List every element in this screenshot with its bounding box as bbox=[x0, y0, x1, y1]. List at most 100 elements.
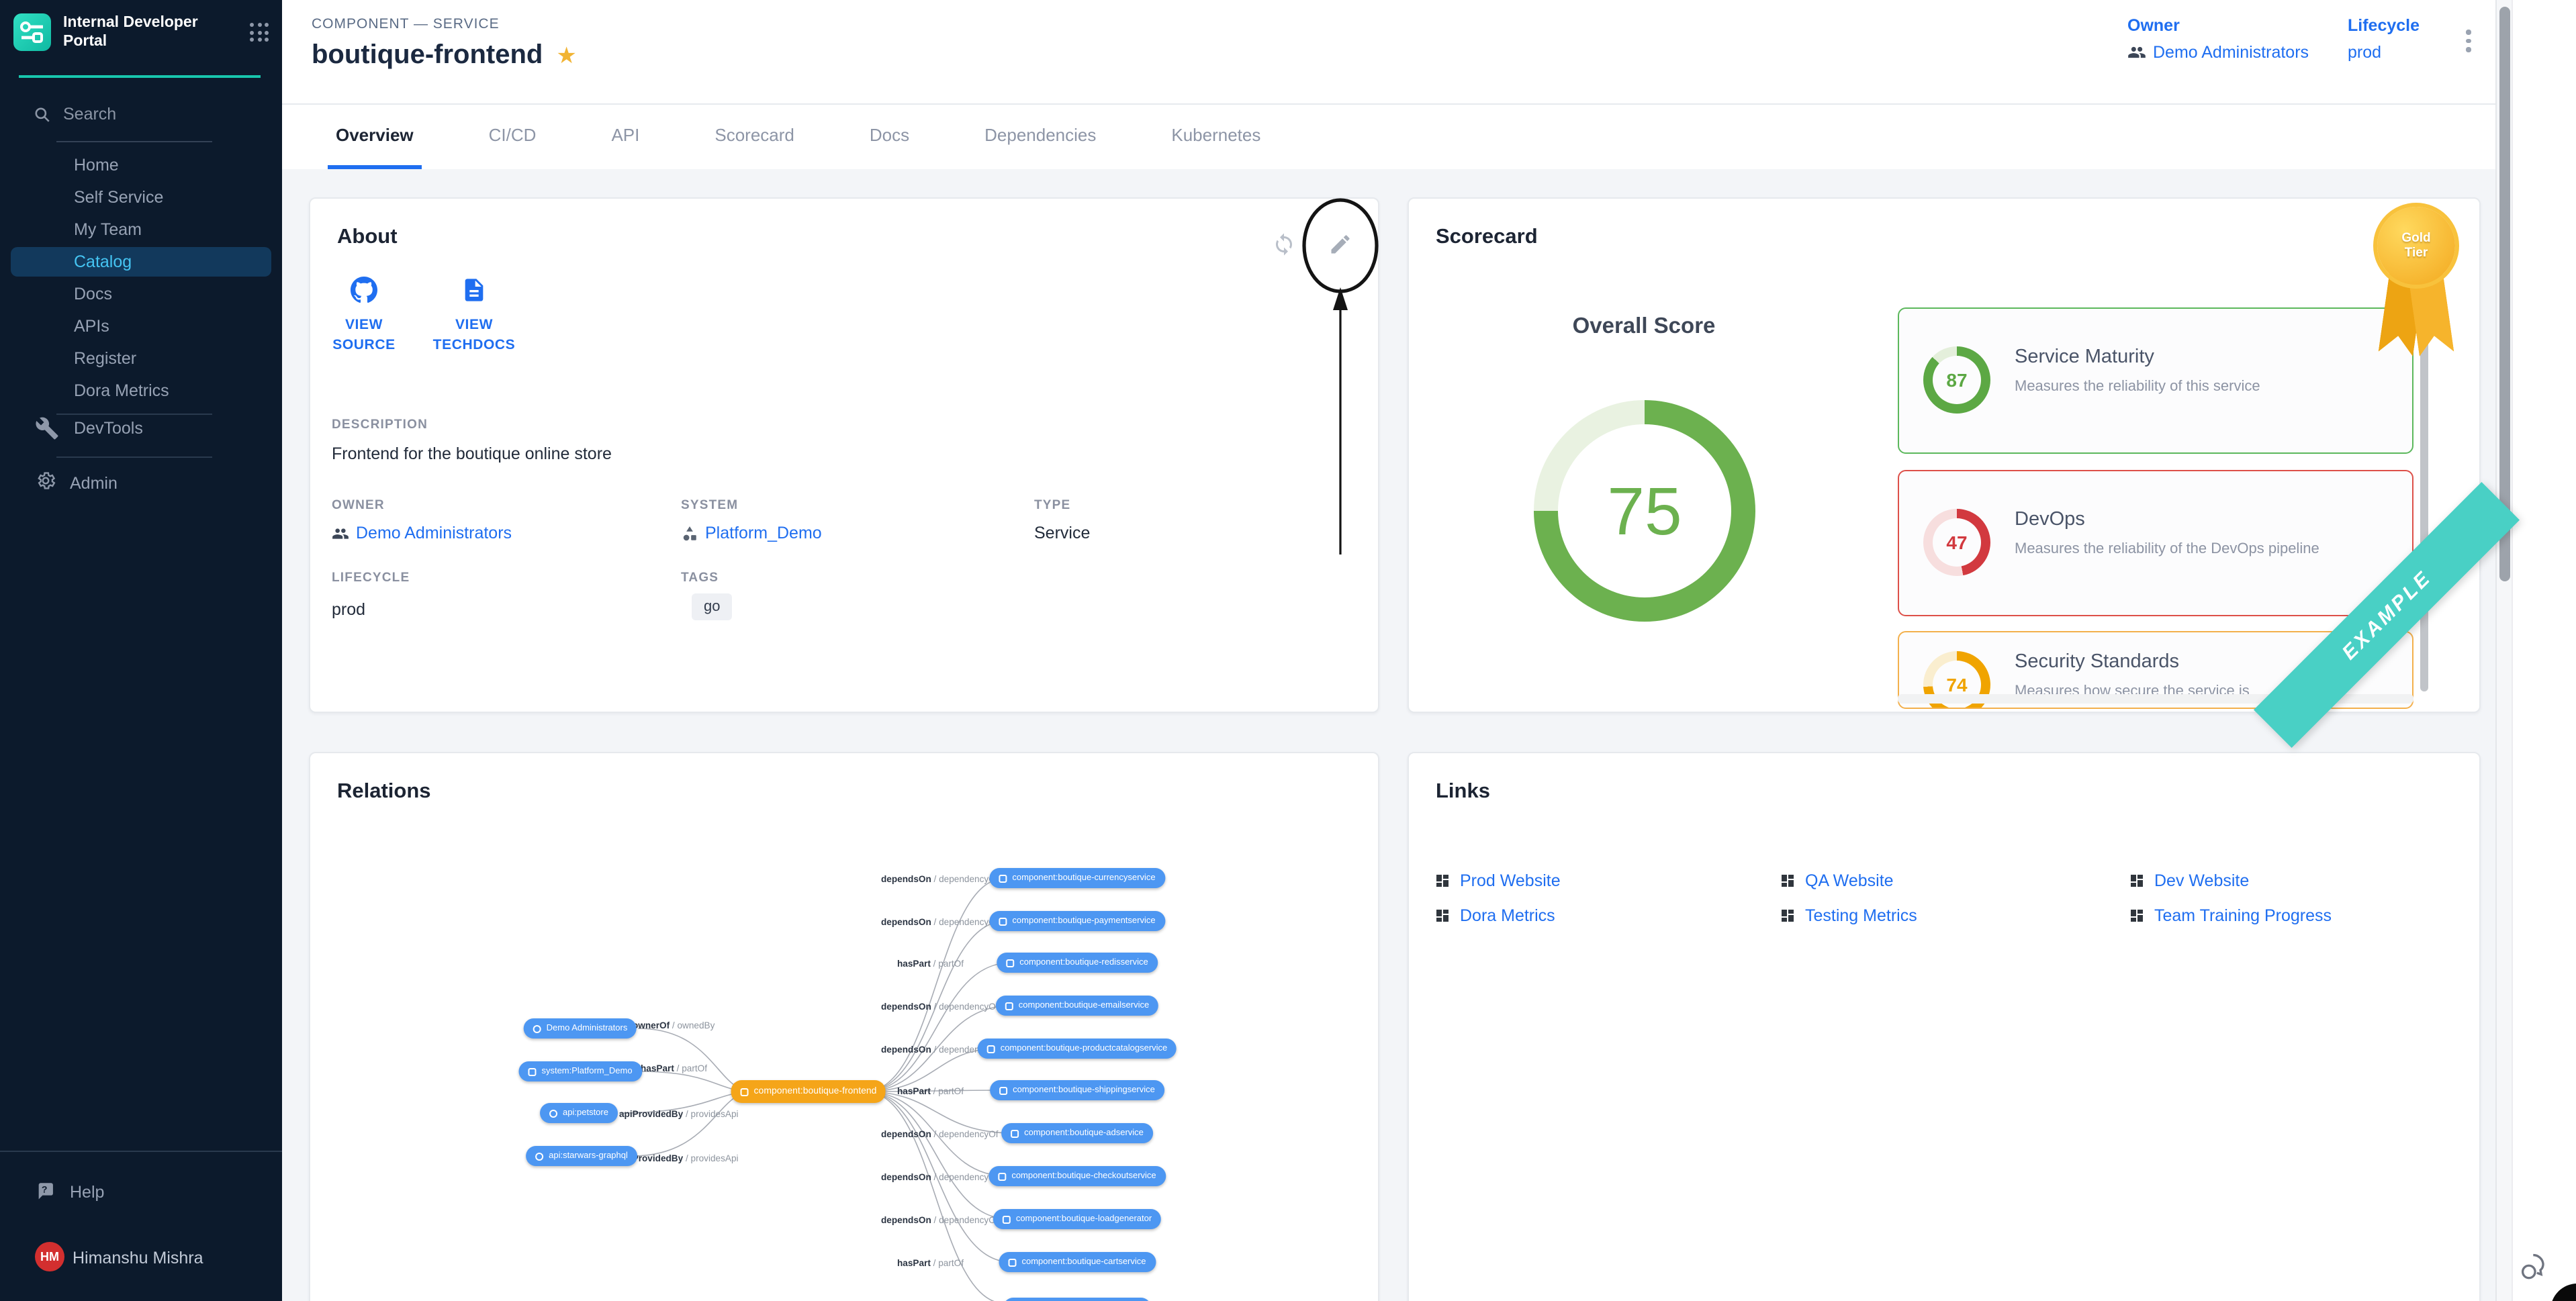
lifecycle-meta: Lifecycle prod bbox=[2348, 16, 2420, 62]
link-dora-metrics[interactable]: Dora Metrics bbox=[1434, 906, 1555, 925]
edge-label: apiProvidedBy / providesApi bbox=[619, 1110, 739, 1120]
system-label: SYSTEM bbox=[681, 498, 738, 513]
sidebar-item-devtools[interactable]: DevTools bbox=[0, 414, 282, 443]
about-card-title: About bbox=[337, 226, 398, 250]
sidebar-item-apis[interactable]: APIs bbox=[0, 311, 282, 341]
scorecard-title: Scorecard bbox=[1436, 226, 1538, 250]
system-link[interactable]: Platform_Demo bbox=[681, 524, 822, 542]
link-testing-metrics[interactable]: Testing Metrics bbox=[1780, 906, 1917, 925]
more-options-kebab-icon[interactable] bbox=[2460, 24, 2476, 57]
tab-docs[interactable]: Docs bbox=[870, 105, 909, 169]
check-donut: 74 bbox=[1923, 651, 1990, 709]
sidebar-item-help[interactable]: Help bbox=[0, 1177, 282, 1207]
sidebar-item-admin[interactable]: Admin bbox=[0, 469, 282, 498]
relations-card: Relations bbox=[309, 752, 1379, 1301]
link-team-training[interactable]: Team Training Progress bbox=[2129, 906, 2332, 925]
link-qa-website[interactable]: QA Website bbox=[1780, 871, 1894, 890]
overall-score-label: Overall Score bbox=[1510, 314, 1778, 340]
page-scrollbar-thumb[interactable] bbox=[2499, 7, 2510, 581]
check-donut: 47 bbox=[1923, 509, 1990, 576]
tab-kubernetes[interactable]: Kubernetes bbox=[1171, 105, 1260, 169]
tag-chip[interactable]: go bbox=[692, 593, 733, 620]
graph-node-api-starwars[interactable]: api:starwars-graphql bbox=[526, 1146, 637, 1166]
system-icon bbox=[528, 1067, 536, 1075]
refresh-icon[interactable] bbox=[1272, 232, 1296, 256]
graph-node[interactable]: component:boutique-loadgenerator bbox=[993, 1209, 1161, 1229]
sidebar-item-my-team[interactable]: My Team bbox=[0, 215, 282, 244]
lifecycle-value: prod bbox=[2348, 43, 2381, 62]
graph-node-system[interactable]: system:Platform_Demo bbox=[518, 1061, 641, 1081]
app-title: Internal Developer Portal bbox=[63, 13, 208, 52]
sidebar-item-register[interactable]: Register bbox=[0, 344, 282, 373]
page-scrollbar[interactable] bbox=[2495, 0, 2512, 1301]
graph-node-clipped[interactable] bbox=[1003, 1298, 1151, 1301]
check-name: Service Maturity bbox=[2015, 346, 2154, 368]
edge-label: hasPart / partOf bbox=[897, 960, 964, 969]
graph-node-center[interactable]: component:boutique-frontend bbox=[731, 1080, 886, 1103]
dashboard-icon bbox=[1434, 908, 1451, 924]
user-avatar[interactable]: HM bbox=[35, 1242, 64, 1271]
owner-meta: Owner Demo Administrators bbox=[2127, 16, 2309, 62]
owner-value[interactable]: Demo Administrators bbox=[2127, 43, 2309, 62]
tab-overview[interactable]: Overview bbox=[336, 105, 414, 169]
chat-widget-icon[interactable] bbox=[2518, 1251, 2553, 1284]
sidebar-item-docs[interactable]: Docs bbox=[0, 279, 282, 309]
sidebar-search[interactable]: Search bbox=[34, 105, 116, 124]
component-icon bbox=[741, 1088, 749, 1096]
sidebar-item-self-service[interactable]: Self Service bbox=[0, 183, 282, 212]
graph-node-owner[interactable]: Demo Administrators bbox=[524, 1018, 637, 1039]
right-gutter bbox=[2512, 0, 2576, 1301]
links-card: Links Prod Website QA Website Dev Websit… bbox=[1408, 752, 2481, 1301]
sidebar-item-home[interactable]: Home bbox=[0, 150, 282, 180]
owner-label: OWNER bbox=[332, 498, 385, 513]
dashboard-icon bbox=[2129, 908, 2145, 924]
floating-action-button[interactable] bbox=[2550, 1284, 2576, 1301]
view-techdocs-button[interactable]: VIEWTECHDOCS bbox=[423, 277, 525, 356]
graph-node[interactable]: component:boutique-cartservice bbox=[999, 1252, 1156, 1272]
graph-node[interactable]: component:boutique-redisservice bbox=[997, 953, 1158, 973]
check-donut: 87 bbox=[1923, 346, 1990, 414]
links-title: Links bbox=[1436, 780, 1490, 804]
graph-node[interactable]: component:boutique-productcatalogservice bbox=[978, 1039, 1177, 1059]
idp-app: Internal Developer Portal Search Home Se… bbox=[0, 0, 2576, 1301]
description-value: Frontend for the boutique online store bbox=[332, 444, 612, 463]
graph-node[interactable]: component:boutique-currencyservice bbox=[989, 868, 1164, 888]
owner-link[interactable]: Demo Administrators bbox=[332, 524, 512, 542]
link-dev-website[interactable]: Dev Website bbox=[2129, 871, 2249, 890]
graph-edges bbox=[310, 753, 1379, 1301]
edge-label: dependsOn / dependencyOf bbox=[881, 1216, 999, 1226]
entity-header: COMPONENT — SERVICE boutique-frontend ★ … bbox=[282, 0, 2495, 105]
graph-node-api-petstore[interactable]: api:petstore bbox=[540, 1103, 618, 1123]
favorite-star-icon[interactable]: ★ bbox=[556, 42, 577, 69]
tab-cicd[interactable]: CI/CD bbox=[489, 105, 537, 169]
graph-node[interactable]: component:boutique-adservice bbox=[1001, 1123, 1153, 1143]
sidebar: Internal Developer Portal Search Home Se… bbox=[0, 0, 282, 1301]
check-card-devops[interactable]: 47 DevOps Measures the reliability of th… bbox=[1898, 470, 2413, 616]
link-prod-website[interactable]: Prod Website bbox=[1434, 871, 1561, 890]
tab-dependencies[interactable]: Dependencies bbox=[984, 105, 1096, 169]
app-logo bbox=[13, 14, 51, 52]
user-name[interactable]: Himanshu Mishra bbox=[73, 1249, 203, 1267]
apps-grid-icon[interactable] bbox=[250, 23, 269, 42]
edge-label: dependsOn / dependencyOf bbox=[881, 918, 999, 928]
tab-api[interactable]: API bbox=[611, 105, 639, 169]
sidebar-item-catalog[interactable]: Catalog bbox=[11, 247, 271, 277]
divider bbox=[56, 141, 212, 142]
graph-node[interactable]: component:boutique-shippingservice bbox=[990, 1080, 1164, 1100]
view-source-button[interactable]: VIEWSOURCE bbox=[313, 277, 415, 356]
check-name: DevOps bbox=[2015, 509, 2085, 530]
edge-label: dependsOn / dependencyOf bbox=[881, 1130, 999, 1140]
edge-label: hasPart / partOf bbox=[641, 1065, 707, 1074]
check-card-service-maturity[interactable]: 87 Service Maturity Measures the reliabi… bbox=[1898, 307, 2413, 454]
graph-node[interactable]: component:boutique-checkoutservice bbox=[988, 1166, 1165, 1186]
check-description: Measures the reliability of the DevOps p… bbox=[2015, 541, 2319, 557]
sidebar-header: Internal Developer Portal bbox=[13, 13, 269, 52]
description-label: DESCRIPTION bbox=[332, 418, 428, 432]
sidebar-item-dora-metrics[interactable]: Dora Metrics bbox=[0, 376, 282, 405]
page-title: boutique-frontend ★ bbox=[312, 40, 577, 71]
tab-scorecard[interactable]: Scorecard bbox=[715, 105, 794, 169]
graph-node[interactable]: component:boutique-emailservice bbox=[996, 996, 1158, 1016]
edit-pencil-icon[interactable] bbox=[1328, 232, 1352, 256]
entity-tabs: Overview CI/CD API Scorecard Docs Depend… bbox=[282, 105, 2495, 169]
graph-node[interactable]: component:boutique-paymentservice bbox=[989, 911, 1164, 931]
